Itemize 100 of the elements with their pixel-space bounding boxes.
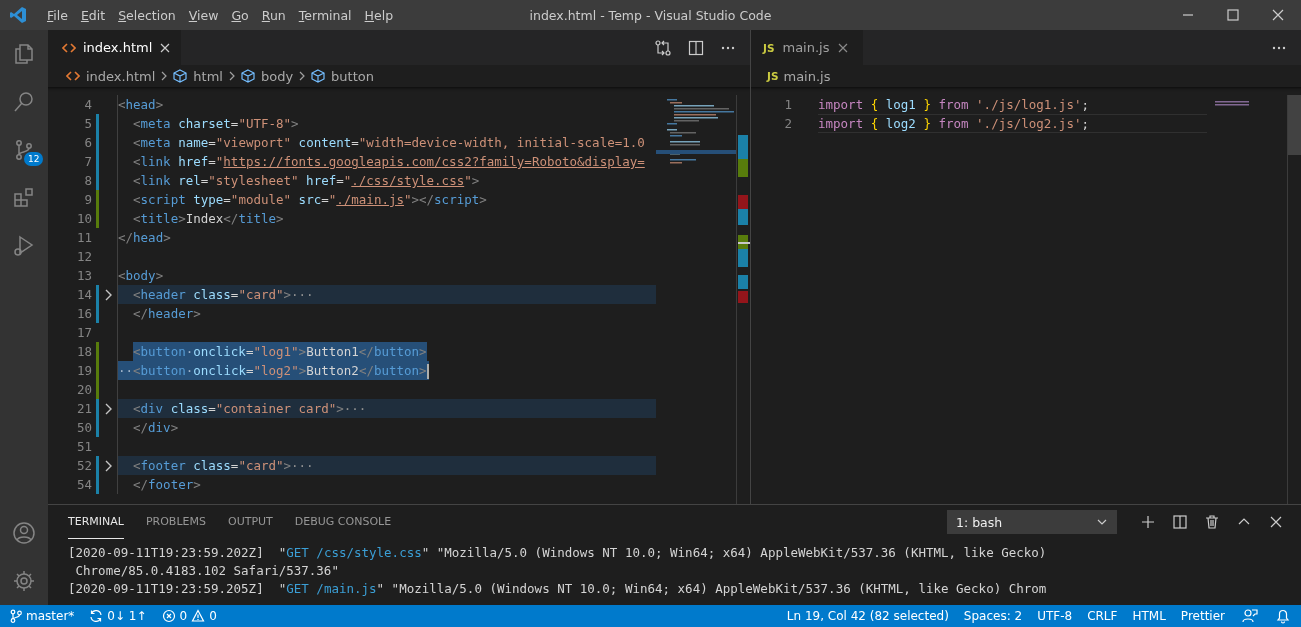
- extensions-icon[interactable]: [12, 186, 36, 210]
- change-marker[interactable]: [96, 342, 99, 361]
- trash-icon[interactable]: [1205, 515, 1219, 529]
- code-line: </div>: [133, 419, 179, 437]
- chevron-right-icon[interactable]: [104, 459, 112, 472]
- menu-item[interactable]: Selection: [118, 7, 176, 23]
- panel-tab[interactable]: PROBLEMS: [145, 505, 206, 539]
- play-bug-icon[interactable]: [12, 234, 36, 258]
- plus-icon[interactable]: [1141, 515, 1155, 529]
- menu-item[interactable]: Help: [364, 7, 394, 23]
- code-line: <body>: [118, 267, 164, 285]
- status-item[interactable]: Spaces: 2: [963, 609, 1023, 623]
- status-item[interactable]: Prettier: [1180, 609, 1225, 623]
- change-marker[interactable]: [96, 304, 99, 323]
- breadcrumb-item[interactable]: button: [311, 68, 374, 84]
- split-editor-icon[interactable]: [688, 39, 704, 56]
- change-marker[interactable]: [96, 152, 99, 171]
- code-line: <link href="https://fonts.googleapis.com/css2?family=Roboto&display=: [133, 153, 645, 171]
- change-marker[interactable]: [96, 209, 99, 228]
- account-icon[interactable]: [12, 521, 36, 545]
- chevron-right-icon[interactable]: [104, 288, 112, 301]
- editor-tab[interactable]: JS main.js: [751, 30, 864, 65]
- menu-item[interactable]: View: [188, 7, 219, 23]
- code-line: <script type="module" src="./main.js"></script>: [133, 191, 487, 209]
- breadcrumb-item[interactable]: main.js: [783, 68, 831, 84]
- close-icon[interactable]: [1269, 515, 1283, 529]
- status-item[interactable]: UTF-8: [1037, 609, 1073, 623]
- cube-icon: [173, 69, 188, 83]
- overview-ruler-drawing[interactable]: [736, 95, 750, 505]
- code-line: <header class="card">···: [133, 286, 314, 304]
- menu-item[interactable]: Run: [261, 7, 286, 23]
- branch-button[interactable]: master*: [10, 609, 75, 623]
- breadcrumb-item[interactable]: html: [173, 68, 223, 84]
- settings-icon[interactable]: [12, 569, 36, 593]
- status-item[interactable]: Ln 19, Col 42 (82 selected): [786, 609, 949, 623]
- line-number: 13: [75, 268, 92, 283]
- line-number: 54: [75, 477, 92, 492]
- line-number: 5: [83, 116, 92, 131]
- change-marker[interactable]: [96, 285, 99, 304]
- code-line: import { log1 } from './js/log1.js';: [818, 96, 1090, 114]
- code-line: <link rel="stylesheet" href="./css/style.css">: [133, 172, 480, 190]
- line-number: 4: [83, 97, 92, 112]
- tab-label: index.html: [83, 40, 153, 55]
- sync-icon: [89, 609, 104, 623]
- breadcrumb-item[interactable]: body: [240, 68, 294, 84]
- terminal-select[interactable]: 1: bash: [947, 510, 1117, 534]
- change-marker[interactable]: [96, 114, 99, 133]
- menu-item[interactable]: Go: [231, 7, 249, 23]
- line-number: 21: [75, 401, 92, 416]
- maximize-icon[interactable]: [1227, 9, 1239, 21]
- change-marker[interactable]: [96, 361, 99, 380]
- status-item[interactable]: HTML: [1132, 609, 1166, 623]
- change-marker[interactable]: [96, 190, 99, 209]
- line-number: 20: [75, 382, 92, 397]
- line-number: 51: [75, 439, 92, 454]
- files-icon[interactable]: [12, 42, 36, 66]
- sync-button[interactable]: 0↓ 1↑: [89, 609, 147, 623]
- code-line: </header>: [133, 305, 201, 323]
- bell-icon[interactable]: [1275, 608, 1291, 624]
- menu-item[interactable]: Edit: [80, 7, 106, 23]
- change-marker[interactable]: [96, 456, 99, 475]
- terminal-line: [2020-09-11T19:23:59.202Z] "GET /css/style.css" "Mozilla/5.0 (Windows NT 10.0; Win64; x64) AppleWebKit/537.36 (KHTML, like Gecko): [68, 544, 1048, 562]
- line-number: 1: [783, 97, 792, 112]
- breadcrumb-item[interactable]: index.html: [66, 68, 156, 84]
- menu-item[interactable]: Terminal: [298, 7, 352, 23]
- panel-tab[interactable]: OUTPUT: [228, 505, 273, 539]
- scrollbar-drawing[interactable]: [1287, 95, 1301, 505]
- code-line: <div class="container card">···: [133, 400, 367, 418]
- close-icon[interactable]: [837, 41, 850, 54]
- line-number: 6: [83, 135, 92, 150]
- line-number: 2: [783, 116, 792, 131]
- code-line: import { log2 } from './js/log2.js';: [818, 114, 1207, 133]
- change-marker[interactable]: [96, 475, 99, 494]
- feedback-icon[interactable]: [1242, 608, 1258, 624]
- code-line: <meta charset="UTF-8">: [133, 115, 299, 133]
- line-number: 11: [75, 230, 92, 245]
- chevron-right-icon: [298, 71, 307, 81]
- change-marker[interactable]: [96, 380, 99, 399]
- chevron-right-icon[interactable]: [104, 402, 112, 415]
- search-icon[interactable]: [12, 90, 36, 114]
- close-icon[interactable]: [1272, 9, 1284, 21]
- change-marker[interactable]: [96, 133, 99, 152]
- change-marker[interactable]: [96, 418, 99, 437]
- line-number: 9: [83, 192, 92, 207]
- cube-icon: [240, 69, 255, 83]
- problems-button[interactable]: 0 0: [161, 609, 217, 623]
- panel-tab[interactable]: DEBUG CONSOLE: [294, 505, 392, 539]
- panel-tab[interactable]: TERMINAL: [68, 505, 124, 539]
- line-number: 7: [83, 154, 92, 169]
- editor-tab[interactable]: index.html: [48, 30, 182, 65]
- status-item[interactable]: CRLF: [1087, 609, 1118, 623]
- close-icon[interactable]: [159, 41, 172, 54]
- line-number: 12: [75, 249, 92, 264]
- compare-changes-icon[interactable]: [654, 38, 672, 57]
- line-number: 17: [75, 325, 92, 340]
- change-marker[interactable]: [96, 399, 99, 418]
- count-badge: 12: [24, 152, 44, 166]
- split-terminal-icon[interactable]: [1173, 515, 1187, 529]
- change-marker[interactable]: [96, 171, 99, 190]
- menu-item[interactable]: File: [47, 7, 68, 23]
